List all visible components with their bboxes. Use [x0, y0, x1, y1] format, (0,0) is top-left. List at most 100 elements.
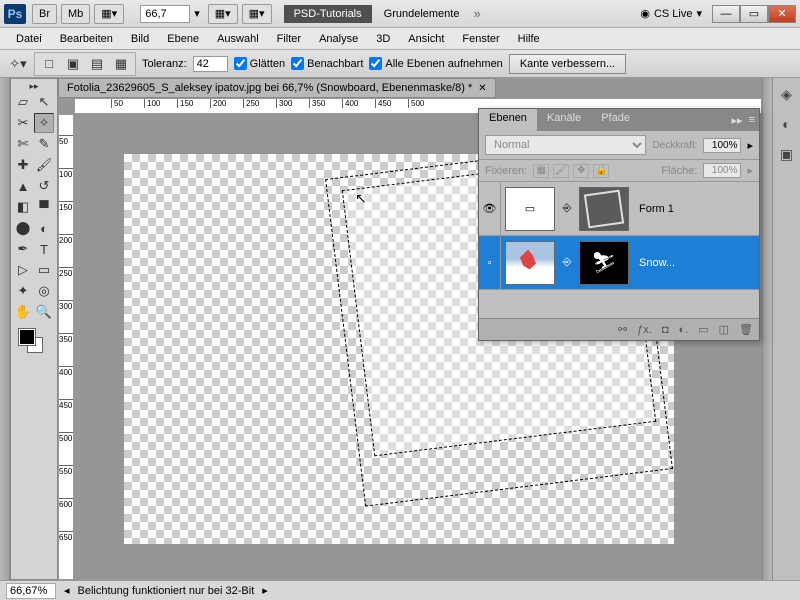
brush-tool[interactable]: 🖌 — [34, 155, 54, 175]
zoom-field[interactable] — [140, 5, 190, 23]
fill-field[interactable]: 100% — [703, 163, 741, 178]
close-button[interactable]: ✕ — [768, 5, 796, 23]
marquee-tool[interactable]: ↖ — [34, 92, 54, 112]
link-layers-icon[interactable]: ⚯ — [618, 323, 627, 336]
vertical-ruler[interactable]: 50 100 150 200 250 300 350 400 450 500 5… — [58, 114, 74, 580]
blend-mode-select[interactable]: Normal — [485, 135, 646, 155]
lasso-tool[interactable]: ✂ — [13, 113, 33, 133]
delete-layer-icon[interactable]: 🗑 — [739, 323, 753, 336]
menu-filter[interactable]: Filter — [269, 31, 309, 47]
fill-flyout-icon[interactable]: ▸ — [747, 164, 753, 177]
gradient-tool[interactable]: ▀ — [34, 197, 54, 217]
minimize-button[interactable]: — — [712, 5, 740, 23]
history-brush-tool[interactable]: ↺ — [34, 176, 54, 196]
opacity-flyout-icon[interactable]: ▸ — [747, 139, 753, 152]
left-dock-rail[interactable] — [0, 78, 10, 580]
lock-image-icon[interactable]: 🖌 — [553, 164, 569, 178]
tolerance-field[interactable] — [193, 56, 228, 72]
type-tool[interactable]: T — [34, 239, 54, 259]
zoom-tool[interactable]: 🔍 — [34, 302, 54, 322]
document-tab[interactable]: Fotolia_23629605_S_aleksey ipatov.jpg be… — [58, 78, 496, 98]
foreground-color-swatch[interactable] — [19, 329, 35, 345]
group-icon[interactable]: ▭ — [698, 323, 708, 336]
color-swatches[interactable] — [13, 327, 55, 357]
eyedropper-tool[interactable]: ✎ — [34, 134, 54, 154]
menu-ansicht[interactable]: Ansicht — [400, 31, 452, 47]
maximize-button[interactable]: ▭ — [740, 5, 768, 23]
selection-add-icon[interactable]: ▣ — [63, 54, 83, 74]
new-layer-icon[interactable]: ◫ — [719, 323, 729, 336]
screen-mode-button[interactable]: ▦▾ — [94, 4, 124, 24]
selection-new-icon[interactable]: □ — [39, 54, 59, 74]
layers-panel[interactable]: Ebenen Kanäle Pfade ▸▸ ≡ Normal Deckkraf… — [478, 108, 760, 341]
menu-auswahl[interactable]: Auswahl — [209, 31, 267, 47]
magic-wand-tool[interactable]: ✧ — [34, 113, 54, 133]
layers-panel-icon[interactable]: ◈ — [777, 84, 797, 104]
toolbox-handle-icon[interactable]: ▸▸ — [13, 81, 55, 91]
lock-position-icon[interactable]: ✥ — [573, 164, 589, 178]
panel-menu-icon[interactable]: ≡ — [749, 114, 755, 126]
minibridge-button[interactable]: Mb — [61, 4, 90, 24]
path-select-tool[interactable]: ▷ — [13, 260, 33, 280]
menu-datei[interactable]: Datei — [8, 31, 50, 47]
tab-pfade[interactable]: Pfade — [591, 109, 640, 131]
refine-edge-button[interactable]: Kante verbessern... — [509, 54, 626, 74]
layer-name[interactable]: Snow... — [633, 257, 759, 269]
workspace-primary[interactable]: PSD-Tutorials — [284, 5, 372, 23]
dodge-tool[interactable]: ◐ — [34, 218, 54, 238]
move-tool[interactable]: ▱ — [13, 92, 33, 112]
vector-mask-link-icon[interactable]: ⎆ — [559, 202, 575, 215]
current-tool-icon[interactable]: ✧▾ — [8, 54, 28, 74]
menu-analyse[interactable]: Analyse — [311, 31, 366, 47]
antialias-checkbox[interactable]: Glätten — [234, 57, 285, 70]
menu-bild[interactable]: Bild — [123, 31, 157, 47]
all-layers-checkbox[interactable]: Alle Ebenen aufnehmen — [369, 57, 502, 70]
menu-bearbeiten[interactable]: Bearbeiten — [52, 31, 121, 47]
shape-tool[interactable]: ▭ — [34, 260, 54, 280]
selection-subtract-icon[interactable]: ▤ — [87, 54, 107, 74]
blur-tool[interactable]: ⬤ — [13, 218, 33, 238]
vector-mask-thumbnail[interactable] — [579, 187, 629, 231]
layer-thumbnail[interactable]: ▭ — [505, 187, 555, 231]
workspace-secondary[interactable]: Grundelemente — [376, 5, 468, 23]
workspace-more-icon[interactable]: » — [473, 6, 480, 21]
tab-ebenen[interactable]: Ebenen — [479, 109, 537, 131]
document-tab-close-icon[interactable]: ✕ — [478, 83, 486, 94]
3d-tool[interactable]: ✦ — [13, 281, 33, 301]
opacity-field[interactable]: 100% — [703, 138, 741, 153]
layer-name[interactable]: Form 1 — [633, 203, 759, 215]
visibility-toggle[interactable]: ▫ — [488, 257, 492, 269]
fx-icon[interactable]: ƒx. — [637, 324, 652, 336]
panel-collapse-icon[interactable]: ▸▸ — [732, 114, 743, 127]
adjustments-panel-icon[interactable]: ◐ — [777, 114, 797, 134]
contiguous-checkbox[interactable]: Benachbart — [291, 57, 363, 70]
menu-hilfe[interactable]: Hilfe — [510, 31, 548, 47]
cslive-button[interactable]: ◉ CS Live ▾ — [640, 7, 702, 20]
visibility-eye-icon[interactable]: 👁 — [483, 202, 497, 215]
lock-all-icon[interactable]: 🔒 — [593, 164, 609, 178]
layer-row-form1[interactable]: 👁 ▭ ⎆ Form 1 — [479, 182, 759, 236]
menu-3d[interactable]: 3D — [368, 31, 398, 47]
status-arrow-left-icon[interactable]: ◂ — [64, 584, 70, 597]
clone-panel-icon[interactable]: ▣ — [777, 144, 797, 164]
stamp-tool[interactable]: ▲ — [13, 176, 33, 196]
layer-thumbnail[interactable] — [505, 241, 555, 285]
layer-mask-thumbnail[interactable]: ⛷ — [579, 241, 629, 285]
right-dock-rail[interactable] — [762, 78, 772, 580]
zoom-dropdown-icon[interactable]: ▾ — [194, 7, 200, 20]
status-arrow-right-icon[interactable]: ▸ — [262, 584, 268, 597]
lock-transparency-icon[interactable]: ▦ — [533, 164, 549, 178]
crop-tool[interactable]: ✄ — [13, 134, 33, 154]
view-extras-button[interactable]: ▦▾ — [208, 4, 238, 24]
adjustment-layer-icon[interactable]: ◐. — [679, 324, 689, 336]
layer-row-snowboard[interactable]: ▫ ⎆ ⛷ Snow... — [479, 236, 759, 290]
tab-kanaele[interactable]: Kanäle — [537, 109, 591, 131]
arrange-docs-button[interactable]: ▦▾ — [242, 4, 272, 24]
pen-tool[interactable]: ✒ — [13, 239, 33, 259]
selection-intersect-icon[interactable]: ▦ — [111, 54, 131, 74]
healing-tool[interactable]: ✚ — [13, 155, 33, 175]
eraser-tool[interactable]: ◧ — [13, 197, 33, 217]
3d-camera-tool[interactable]: ◎ — [34, 281, 54, 301]
status-zoom-field[interactable] — [6, 583, 56, 599]
hand-tool[interactable]: ✋ — [13, 302, 33, 322]
